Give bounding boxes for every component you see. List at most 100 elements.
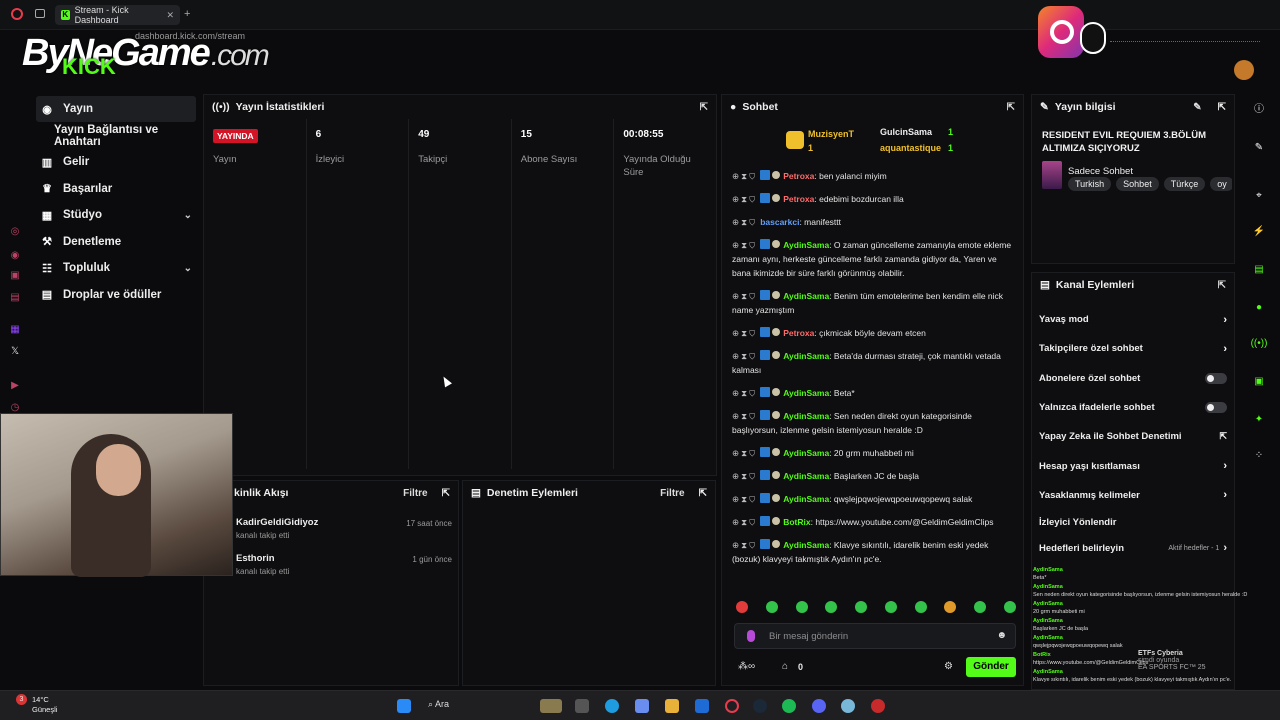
lightning-icon[interactable]: ⚡ [1249, 222, 1269, 242]
sidebar-item-studyo[interactable]: ▦ Stüdyo ⌄ [36, 202, 196, 228]
link-icon[interactable]: ⁂∞ [738, 661, 755, 672]
mic-icon[interactable] [747, 630, 755, 642]
tab-list-icon[interactable] [35, 9, 45, 18]
pencil-icon[interactable]: ✎ [1249, 138, 1269, 158]
x-icon[interactable]: 𝕏 [9, 346, 21, 358]
chat-message[interactable]: ⊕⧗⛉ Petroxa: edebimi bozdurcan illa [732, 192, 1017, 206]
chat-message[interactable]: ⊕⧗⛉ BotRix: https://www.youtube.com/@Geld… [732, 515, 1017, 529]
taskbar-search[interactable]: ⌕ Ara [428, 699, 449, 710]
filter-button[interactable]: Filtre [403, 488, 427, 499]
raid-item[interactable]: İzleyici Yönlendir [1032, 510, 1234, 534]
chat-message[interactable]: ⊕⧗⛉ AydinSama: 20 grm muhabbeti mi [732, 446, 1017, 460]
widgets-icon[interactable] [540, 699, 562, 713]
goals-item[interactable]: Hedefleri belirleyin Aktif hedefler - 1 › [1032, 534, 1234, 562]
emote-icon[interactable] [855, 601, 868, 613]
mod-actions-icon[interactable]: ⊕⧗⛉ [732, 171, 757, 181]
sidebar-item-basarilar[interactable]: ♛ Başarılar [36, 176, 196, 202]
list-item[interactable]: Esthorin kanalı takip etti 1 gün önce [236, 553, 452, 576]
chat-message[interactable]: ⊕⧗⛉ bascarkci: manifesttt [732, 215, 1017, 229]
aria-icon[interactable]: ◎ [9, 226, 21, 238]
chat-message[interactable]: ⊕⧗⛉ AydinSama: Beta* [732, 386, 1017, 400]
emotes-only-toggle[interactable] [1205, 402, 1227, 414]
subscribers-only-toggle[interactable] [1205, 372, 1227, 384]
chat-message[interactable]: ⊕⧗⛉ AydinSama: Benim tüm emotelerime ben … [732, 289, 1017, 317]
tag[interactable]: oy [1210, 177, 1232, 191]
player-icon[interactable]: ▶ [9, 380, 21, 392]
emote-icon[interactable] [1003, 601, 1016, 613]
instagram-small-icon[interactable]: ▣ [9, 270, 21, 282]
chat-message[interactable]: ⊕⧗⛉ Petroxa: ben yalanci miyim [732, 169, 1017, 183]
layout-icon[interactable]: ▣ [1249, 372, 1269, 392]
emote-icon[interactable] [765, 601, 778, 613]
chat-username[interactable]: AydinSama [783, 240, 829, 250]
info-icon[interactable]: ⓘ [1249, 100, 1269, 120]
chat-username[interactable]: AydinSama [783, 291, 829, 301]
chat-message[interactable]: ⊕⧗⛉ Petroxa: çıkmicak böyle devam etcen [732, 326, 1017, 340]
chat-username[interactable]: AydinSama [783, 351, 829, 361]
mod-actions-icon[interactable]: ⊕⧗⛉ [732, 291, 757, 301]
chat-message[interactable]: ⊕⧗⛉ AydinSama: Beta'da durması strateji, … [732, 349, 1017, 377]
steam-icon[interactable] [753, 699, 767, 713]
tag[interactable]: Turkish [1068, 177, 1112, 191]
emote-icon[interactable] [795, 601, 808, 613]
mod-actions-icon[interactable]: ⊕⧗⛉ [732, 240, 757, 250]
task-view-icon[interactable] [575, 699, 589, 713]
popout-icon[interactable]: ⇱ [1007, 102, 1015, 113]
sidebar-item-droplar[interactable]: ▤ Droplar ve ödüller [36, 282, 196, 308]
wrench-icon[interactable]: ✦ [1249, 410, 1269, 430]
whatsapp-icon[interactable]: ◉ [9, 250, 21, 262]
chat-message[interactable]: ⊕⧗⛉ AydinSama: Klavye sıkıntılı, idarelik… [732, 538, 1017, 566]
emoji-icon[interactable]: ☻ [996, 630, 1007, 641]
popout-icon[interactable]: ⇱ [700, 102, 708, 113]
avatar[interactable] [1234, 60, 1254, 80]
chat-input[interactable]: Bir mesaj gönderin ☻ [734, 623, 1016, 649]
chat-username[interactable]: Petroxa [783, 194, 814, 204]
popout-icon[interactable]: ⇱ [1218, 102, 1226, 113]
ai-moderation-item[interactable]: Yapay Zeka ile Sohbet Denetimi ⇱ [1032, 422, 1234, 451]
banned-words-item[interactable]: Yasaklanmış kelimeler › [1032, 481, 1234, 510]
chat-username[interactable]: Petroxa [783, 328, 814, 338]
chat-username[interactable]: BotRix [783, 517, 810, 527]
tag[interactable]: Türkçe [1163, 177, 1206, 191]
settings-icon[interactable]: ⚙ [944, 661, 953, 672]
close-icon[interactable]: ✕ [166, 10, 174, 21]
broadcast-icon[interactable]: ((•)) [1249, 334, 1269, 354]
record-icon[interactable] [871, 699, 885, 713]
sidebar-item-stream-key[interactable]: Yayın Bağlantısı ve Anahtarı [36, 123, 196, 149]
opera-taskbar-icon[interactable] [725, 699, 739, 713]
emote-icon[interactable] [736, 601, 748, 613]
mod-actions-icon[interactable]: ⊕⧗⛉ [732, 351, 757, 361]
settings-taskbar-icon[interactable] [841, 699, 855, 713]
sidebar-item-gelir[interactable]: ▥ Gelir [36, 149, 196, 175]
popout-icon[interactable]: ⇱ [1218, 280, 1226, 291]
chat-username[interactable]: AydinSama [783, 388, 829, 398]
new-tab-button[interactable]: + [184, 8, 190, 20]
browser-tab[interactable]: K Stream - Kick Dashboard ✕ [55, 5, 180, 25]
mod-actions-icon[interactable]: ⊕⧗⛉ [732, 411, 757, 421]
slow-mode-item[interactable]: Yavaş mod › [1032, 305, 1234, 334]
edit-icon[interactable]: ✎ [1193, 102, 1201, 113]
chat-username[interactable]: AydinSama [783, 448, 829, 458]
mod-actions-icon[interactable]: ⊕⧗⛉ [732, 494, 757, 504]
emote-icon[interactable] [914, 601, 927, 613]
chat-message[interactable]: ⊕⧗⛉ AydinSama: qwşlejpqwojewqpoeuwqopewq … [732, 492, 1017, 506]
mod-actions-icon[interactable]: ⊕⧗⛉ [732, 194, 757, 204]
chat-username[interactable]: bascarkci [760, 217, 799, 227]
list-item[interactable]: KadirGeldiGidiyoz kanalı takip etti 17 s… [236, 517, 452, 540]
mod-actions-icon[interactable]: ⊕⧗⛉ [732, 388, 757, 398]
chat-username[interactable]: AydinSama [783, 494, 829, 504]
chat-bubble-icon[interactable]: ● [1249, 298, 1269, 318]
chat-username[interactable]: AydinSama [783, 411, 829, 421]
messenger-icon[interactable]: ▤ [9, 292, 21, 304]
chat-username[interactable]: AydinSama [783, 471, 829, 481]
mod-actions-icon[interactable]: ⊕⧗⛉ [732, 471, 757, 481]
sidebar-item-denetleme[interactable]: ⚒ Denetleme [36, 229, 196, 255]
copilot-icon[interactable] [635, 699, 649, 713]
mod-actions-icon[interactable]: ⊕⧗⛉ [732, 448, 757, 458]
send-button[interactable]: Gönder [966, 657, 1016, 677]
emote-icon[interactable] [944, 601, 957, 613]
mod-actions-icon[interactable]: ⊕⧗⛉ [732, 517, 757, 527]
discord-icon[interactable] [812, 699, 826, 713]
emote-icon[interactable] [974, 601, 987, 613]
spotify-icon[interactable] [782, 699, 796, 713]
